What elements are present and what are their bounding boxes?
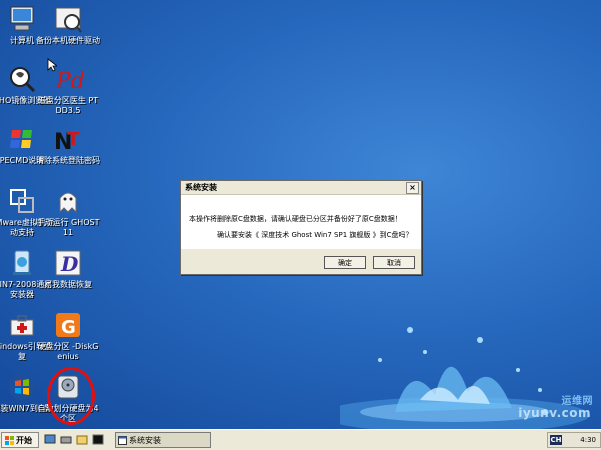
start-label: 开始 <box>16 436 32 445</box>
system-tray: CH 4:30 <box>547 432 601 448</box>
diskgenius-icon: G <box>53 310 83 340</box>
taskbar-item-system-install[interactable]: 系统安装 <box>115 432 211 448</box>
cancel-button[interactable]: 取消 <box>373 256 415 269</box>
svg-text:G: G <box>61 317 76 338</box>
data-recovery-icon: D <box>53 248 83 278</box>
dialog-message-line1: 本操作将删除原C盘数据，请确认硬盘已分区并备份好了原C盘数据！ <box>189 215 402 223</box>
boot-repair-icon <box>7 310 37 340</box>
quicklaunch-explorer-icon[interactable] <box>76 434 88 445</box>
taskbar-item-label: 系统安装 <box>129 436 161 445</box>
vmware-icon <box>7 186 37 216</box>
window-icon <box>118 436 127 445</box>
password-clear-icon: NT <box>53 124 83 155</box>
highlight-circle <box>47 367 95 425</box>
watermark: 运维网 iyunv.com <box>518 396 592 420</box>
win7-installer-icon <box>7 248 37 278</box>
svg-text:D: D <box>60 252 79 276</box>
quicklaunch-cmd-icon[interactable] <box>92 434 104 445</box>
install-win7-icon <box>7 372 37 402</box>
windows-logo-icon <box>5 436 14 445</box>
dialog-message-line2: 确认要安装《 深度技术 Ghost Win7 SP1 旗舰版 》到C盘吗？ <box>217 231 413 239</box>
ok-button[interactable]: 确定 <box>324 256 366 269</box>
dialog-title: 系统安装 <box>185 183 217 192</box>
close-icon[interactable]: × <box>406 182 419 194</box>
system-install-dialog: 系统安装 × 本操作将删除原C盘数据，请确认硬盘已分区并备份好了原C盘数据！ 确… <box>180 180 422 275</box>
dialog-title-bar[interactable]: 系统安装 × <box>181 181 421 195</box>
gho-browser-icon <box>7 64 37 94</box>
driver-backup-icon <box>53 4 83 34</box>
quicklaunch-disk-icon[interactable] <box>60 434 72 445</box>
desktop-icon-partition-doctor[interactable]: Pd 磁盘分区医生 PTDD3.5 <box>36 64 100 116</box>
mouse-cursor-icon <box>47 58 57 72</box>
desktop-icon-data-recovery[interactable]: D 易我数据恢复 <box>36 248 100 290</box>
desktop-icon-driver-backup[interactable]: 备份本机硬件驱动 <box>36 4 100 46</box>
watermark-text: iyunv.com <box>518 406 591 420</box>
svg-text:Pd: Pd <box>55 69 83 94</box>
ime-indicator[interactable]: CH <box>550 435 562 445</box>
svg-text:T: T <box>67 129 80 150</box>
dialog-body: 本操作将删除原C盘数据，请确认硬盘已分区并备份好了原C盘数据！ 确认要安装《 深… <box>181 195 421 249</box>
desktop-icon-diskgenius[interactable]: G 硬盘分区 -DiskGenius <box>36 310 100 362</box>
start-button[interactable]: 开始 <box>1 432 39 448</box>
partition-doctor-icon: Pd <box>53 64 85 94</box>
computer-icon <box>7 4 37 34</box>
pecmd-icon <box>7 124 37 154</box>
ghost-icon <box>53 186 83 216</box>
taskbar: 开始 系统安装 CH 4:30 <box>0 429 601 450</box>
watermark-cn-text: 运维网 <box>561 396 593 407</box>
desktop-icon-password-clear[interactable]: NT 清除系统登陆密码 <box>36 124 100 166</box>
desktop-icon-ghost[interactable]: 手动运行 GHOST11 <box>36 186 100 238</box>
clock[interactable]: 4:30 <box>580 434 596 446</box>
quicklaunch-desktop-icon[interactable] <box>44 434 56 445</box>
